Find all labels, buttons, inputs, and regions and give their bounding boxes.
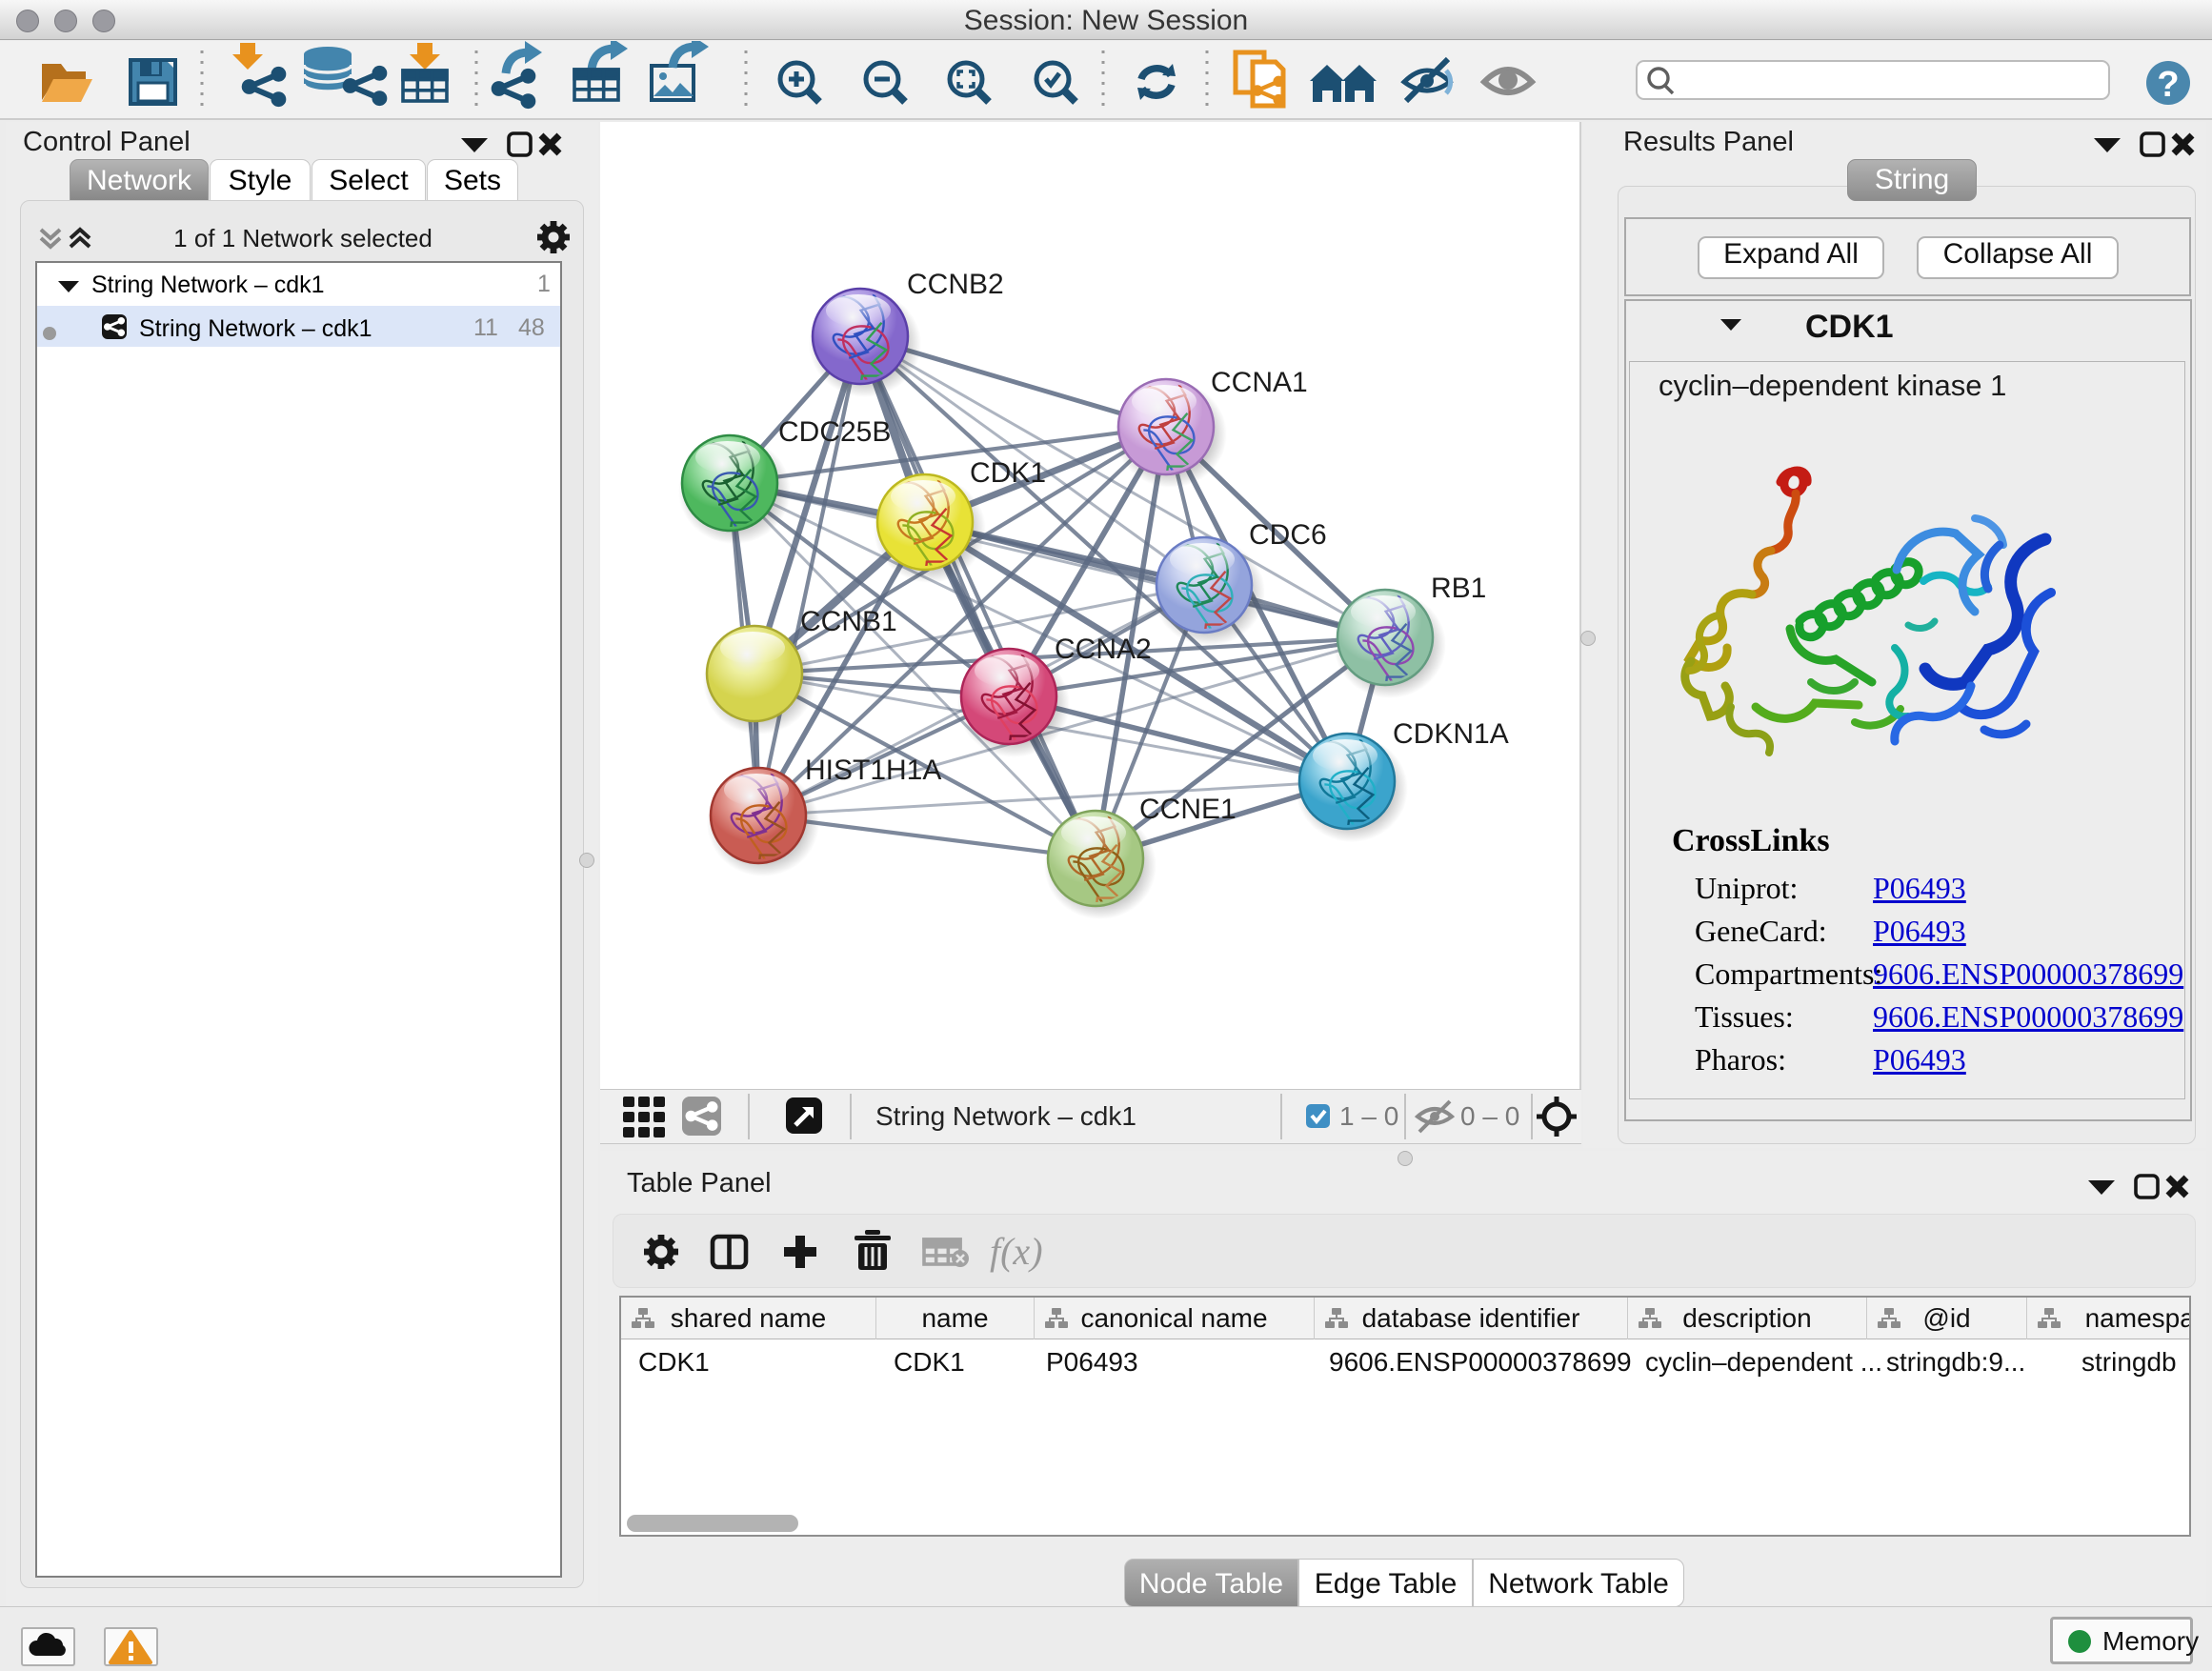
svg-text:?: ? [2157, 65, 2179, 105]
svg-text:1 – 0: 1 – 0 [1339, 1101, 1398, 1131]
svg-text:CDC25B: CDC25B [778, 416, 891, 448]
svg-text:CCNB1: CCNB1 [800, 606, 897, 637]
svg-text:String Network – cdk1: String Network – cdk1 [875, 1101, 1136, 1131]
svg-text:CDKN1A: CDKN1A [1393, 718, 1509, 750]
svg-text:RB1: RB1 [1431, 573, 1486, 604]
svg-text:HIST1H1A: HIST1H1A [805, 755, 941, 786]
svg-text:CCNA2: CCNA2 [1055, 634, 1152, 665]
svg-text:CCNB2: CCNB2 [907, 269, 1004, 300]
svg-text:CCNA1: CCNA1 [1211, 367, 1308, 398]
svg-text:0 – 0: 0 – 0 [1460, 1101, 1519, 1131]
svg-text:f(x): f(x) [990, 1230, 1043, 1273]
svg-text:CDC6: CDC6 [1249, 519, 1327, 551]
svg-text:CDK1: CDK1 [970, 457, 1046, 489]
svg-text:CCNE1: CCNE1 [1139, 794, 1237, 825]
